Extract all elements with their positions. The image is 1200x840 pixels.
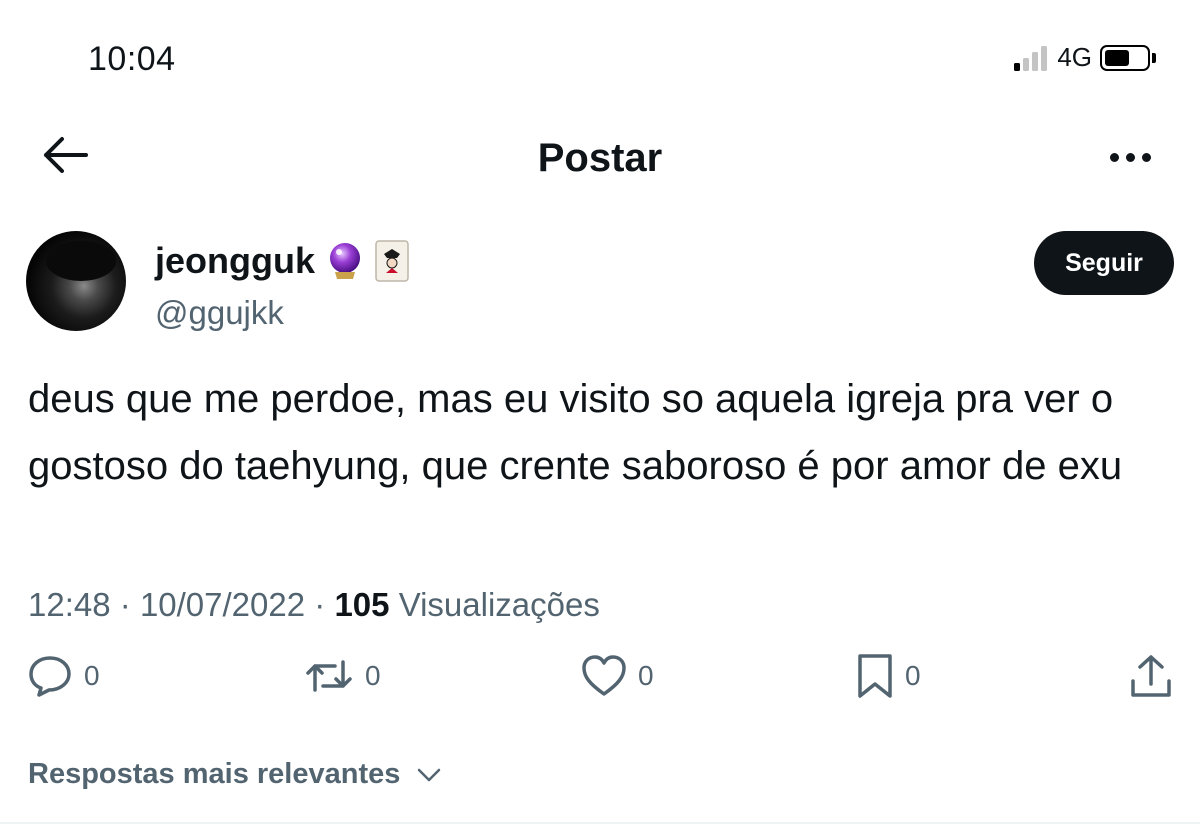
signal-strength-icon: [1014, 45, 1048, 71]
user-handle[interactable]: @ggujkk: [155, 294, 284, 332]
avatar[interactable]: [26, 231, 126, 331]
bookmark-count: 0: [905, 660, 921, 691]
like-count: 0: [638, 660, 654, 691]
crystal-ball-icon: [330, 243, 360, 279]
chevron-down-icon: [418, 768, 441, 781]
page-title: Postar: [537, 136, 663, 180]
like-icon: [582, 655, 626, 696]
meta-separator: ·: [119, 586, 131, 623]
tweet-text: deus que me perdoe, mas eu visito so aqu…: [28, 377, 1123, 488]
network-type: 4G: [1057, 42, 1092, 72]
status-time: 10:04: [88, 40, 176, 78]
repost-icon: [306, 660, 352, 692]
reply-icon: [29, 656, 71, 697]
joker-card-icon: [375, 240, 409, 282]
repost-button[interactable]: 0: [303, 652, 381, 700]
views-label: Visualizações: [398, 586, 600, 623]
views-count[interactable]: 105: [334, 586, 389, 624]
reply-count: 0: [84, 660, 100, 691]
tweet-author: jeongguk @ggujkk Seguir: [0, 228, 1200, 338]
nav-bar: Postar: [0, 110, 1200, 200]
more-button[interactable]: [1100, 132, 1160, 182]
tweet-meta: 12:48 · 10/07/2022 · 105 Visualizações: [28, 586, 600, 624]
bookmark-icon: [858, 654, 892, 698]
more-icon: [1109, 152, 1119, 162]
back-button[interactable]: [38, 128, 92, 182]
display-name-group[interactable]: jeongguk: [155, 240, 409, 282]
share-icon: [1131, 655, 1171, 697]
repost-count: 0: [365, 660, 381, 691]
tweet-time[interactable]: 12:48: [28, 586, 111, 624]
back-arrow-icon: [44, 137, 88, 173]
bookmark-button[interactable]: 0: [855, 652, 921, 700]
replies-sort-label: Respostas mais relevantes: [28, 758, 401, 790]
divider: [0, 822, 1200, 824]
replies-sort-dropdown[interactable]: Respostas mais relevantes: [28, 758, 442, 791]
tweet-date[interactable]: 10/07/2022: [140, 586, 305, 624]
display-name[interactable]: jeongguk: [155, 240, 315, 282]
like-button[interactable]: 0: [580, 652, 654, 700]
status-bar: 10:04 4G: [0, 0, 1200, 110]
share-button[interactable]: [1128, 652, 1174, 700]
status-indicators: 4G: [1014, 42, 1156, 73]
meta-separator: ·: [314, 586, 326, 623]
battery-cap: [1152, 52, 1156, 63]
reply-button[interactable]: 0: [26, 652, 100, 700]
tweet-actions: 0 0 0 0: [0, 652, 1200, 712]
battery-icon: [1100, 44, 1150, 71]
follow-button[interactable]: Seguir: [1034, 231, 1174, 295]
